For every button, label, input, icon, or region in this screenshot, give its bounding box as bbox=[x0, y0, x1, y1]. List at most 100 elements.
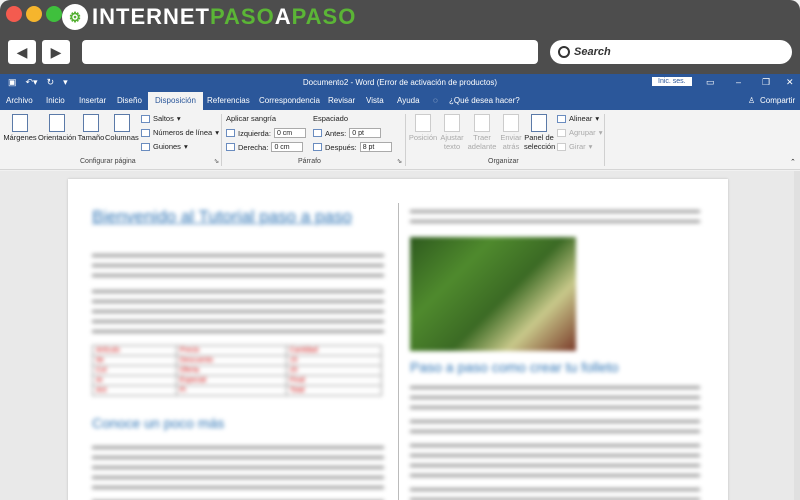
columns-icon bbox=[113, 114, 130, 132]
send-backward-icon bbox=[503, 114, 519, 132]
minimize-window-button[interactable] bbox=[26, 6, 42, 22]
collapse-ribbon-icon[interactable]: ⌃ bbox=[790, 158, 796, 166]
close-window-button[interactable] bbox=[6, 6, 22, 22]
user-icon: ♙ bbox=[748, 96, 756, 105]
orientation-button[interactable]: Orientación bbox=[38, 114, 76, 142]
ribbon-display-icon[interactable]: ▭ bbox=[706, 77, 715, 88]
indent-left-row: Izquierda: 0 cm bbox=[226, 128, 306, 138]
search-icon bbox=[558, 46, 570, 58]
minimize-icon[interactable]: – bbox=[736, 77, 741, 87]
lightbulb-icon: ◌ bbox=[433, 96, 438, 105]
breaks-button[interactable]: Saltos ▾ bbox=[141, 114, 181, 123]
orientation-label: Orientación bbox=[38, 133, 77, 142]
logo-text-paso: PASO bbox=[210, 4, 275, 29]
line-numbers-button[interactable]: Números de línea ▾ bbox=[141, 128, 219, 137]
hyphenation-label: Guiones bbox=[153, 142, 181, 151]
group-label-paragraph: Párrafo bbox=[298, 158, 321, 165]
hyphenation-icon bbox=[141, 142, 150, 151]
address-bar[interactable] bbox=[82, 40, 538, 64]
bring-forward-label-1: Traer bbox=[473, 133, 491, 142]
doc-table: Artículo Precio Cantidad Ite Descuento 15 Co… bbox=[92, 345, 383, 396]
spacing-before-row: Antes: 0 pt bbox=[313, 128, 382, 138]
margins-button[interactable]: Márgenes bbox=[3, 114, 37, 142]
spacing-label: Espaciado bbox=[313, 114, 349, 123]
rotate-label: Girar bbox=[569, 142, 586, 151]
columns-label: Columnas bbox=[105, 133, 139, 142]
group-label-page-setup: Configurar página bbox=[80, 158, 136, 165]
maximize-window-button[interactable] bbox=[46, 6, 62, 22]
indent-right-label: Derecha: bbox=[238, 142, 269, 152]
selection-pane-button[interactable]: Panel de selección bbox=[524, 114, 555, 151]
logo-icon: ⚙ bbox=[62, 4, 88, 30]
forward-button[interactable]: ▶ bbox=[42, 40, 70, 64]
indent-right-input[interactable]: 0 cm bbox=[271, 142, 304, 152]
group-button[interactable]: Agrupar ▾ bbox=[557, 128, 602, 137]
align-label: Alinear bbox=[569, 114, 593, 123]
indent-left-input[interactable]: 0 cm bbox=[273, 128, 306, 138]
position-button[interactable]: Posición bbox=[408, 114, 438, 142]
line-numbers-icon bbox=[141, 128, 150, 137]
ribbon-layout: Márgenes Orientación Tamaño Columnas Sal… bbox=[0, 110, 800, 170]
tab-view[interactable]: Vista bbox=[364, 92, 386, 110]
tab-file[interactable]: Archivo bbox=[4, 92, 35, 110]
tab-review[interactable]: Revisar bbox=[326, 92, 357, 110]
paragraph-block bbox=[92, 251, 384, 281]
sign-in-button[interactable]: Inic. ses. bbox=[652, 77, 692, 86]
position-label: Posición bbox=[408, 133, 438, 142]
bring-forward-button[interactable]: Traer adelante bbox=[467, 114, 497, 151]
margins-label: Márgenes bbox=[3, 133, 37, 142]
position-icon bbox=[415, 114, 431, 132]
spacing-after-input[interactable]: 8 pt bbox=[359, 142, 392, 152]
document-page[interactable]: Bienvenido al Tutorial paso a paso Artíc… bbox=[68, 179, 728, 500]
tab-mailings[interactable]: Correspondencia bbox=[257, 92, 322, 110]
align-button[interactable]: Alinear ▾ bbox=[557, 114, 599, 123]
tell-me-search[interactable]: ¿Qué desea hacer? bbox=[447, 92, 522, 110]
columns-button[interactable]: Columnas bbox=[105, 114, 139, 142]
margins-icon bbox=[12, 114, 28, 132]
search-label: Search bbox=[574, 46, 611, 58]
align-icon bbox=[557, 114, 566, 123]
ribbon-tabs: Archivo Inicio Insertar Diseño Disposici… bbox=[0, 92, 800, 110]
column-separator bbox=[398, 203, 399, 500]
rotate-button[interactable]: Girar ▾ bbox=[557, 142, 592, 151]
selection-pane-label-1: Panel de bbox=[524, 133, 554, 142]
site-logo: ⚙ INTERNETPASOAPASO bbox=[62, 4, 356, 30]
spacing-after-row: Después: 8 pt bbox=[313, 142, 392, 152]
vertical-scrollbar[interactable] bbox=[794, 171, 800, 500]
paragraph-block bbox=[410, 417, 700, 437]
size-label: Tamaño bbox=[77, 133, 105, 142]
tab-design[interactable]: Diseño bbox=[115, 92, 144, 110]
indent-left-label: Izquierda: bbox=[238, 128, 271, 138]
separator bbox=[405, 114, 406, 166]
forward-arrow-icon: ▶ bbox=[50, 44, 62, 60]
restore-icon[interactable]: ❐ bbox=[762, 77, 770, 88]
doc-heading-3: Paso a paso como crear tu folleto bbox=[410, 359, 619, 375]
wrap-text-button[interactable]: Ajustar texto bbox=[438, 114, 466, 151]
tab-references[interactable]: Referencias bbox=[205, 92, 252, 110]
separator bbox=[221, 114, 222, 166]
tab-layout[interactable]: Disposición bbox=[148, 92, 203, 110]
spacing-before-input[interactable]: 0 pt bbox=[349, 128, 382, 138]
send-backward-label-1: Enviar bbox=[500, 133, 522, 142]
indent-label: Aplicar sangría bbox=[226, 114, 277, 123]
share-button[interactable]: Compartir bbox=[758, 92, 797, 110]
paragraph-launcher-icon[interactable]: ⬂ bbox=[397, 158, 402, 165]
separator bbox=[604, 114, 605, 166]
hyphenation-button[interactable]: Guiones ▾ bbox=[141, 142, 188, 151]
selection-pane-icon bbox=[531, 114, 547, 132]
group-label: Agrupar bbox=[569, 128, 596, 137]
tab-help[interactable]: Ayuda bbox=[395, 92, 422, 110]
paragraph-block bbox=[410, 485, 700, 500]
page-setup-launcher-icon[interactable]: ⬂ bbox=[214, 158, 219, 165]
logo-text-a: A bbox=[274, 4, 292, 29]
tab-insert[interactable]: Insertar bbox=[77, 92, 108, 110]
doc-image[interactable] bbox=[410, 237, 576, 351]
paragraph-block bbox=[92, 287, 384, 337]
back-button[interactable]: ◀ bbox=[8, 40, 36, 64]
size-button[interactable]: Tamaño bbox=[77, 114, 105, 142]
search-box[interactable]: Search bbox=[550, 40, 792, 64]
tab-home[interactable]: Inicio bbox=[44, 92, 67, 110]
close-icon[interactable]: ✕ bbox=[786, 77, 794, 88]
group-icon bbox=[557, 128, 566, 137]
send-backward-button[interactable]: Enviar atrás bbox=[497, 114, 525, 151]
